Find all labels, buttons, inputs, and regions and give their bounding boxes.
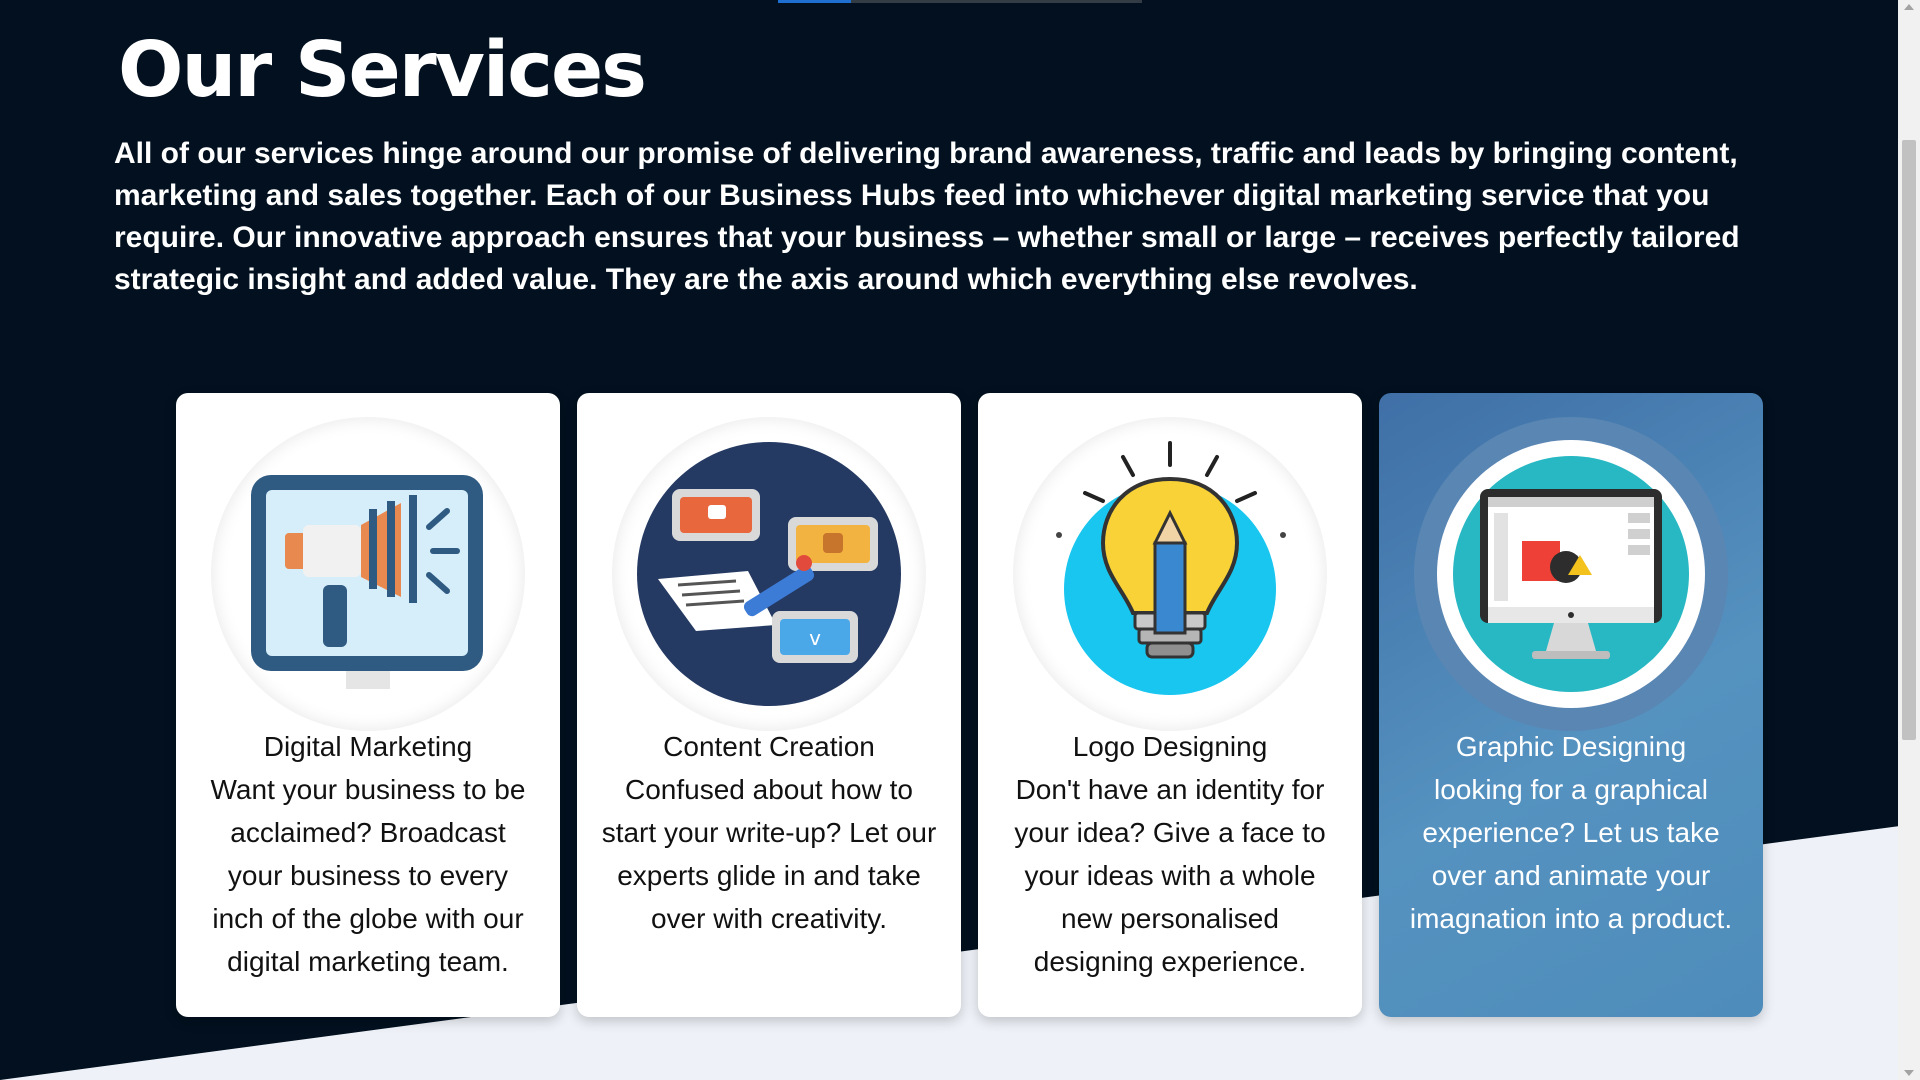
service-card-logo-designing[interactable]: Logo Designing Don't have an identity fo… [978, 393, 1362, 1017]
service-title: Content Creation [663, 731, 875, 762]
service-description: Don't have an identity for your idea? Gi… [1014, 774, 1326, 977]
service-description: Confused about how to start your write-u… [601, 774, 937, 934]
design-monitor-icon [1437, 440, 1705, 708]
scroll-down-arrow-icon[interactable] [1904, 1070, 1914, 1076]
service-description: looking for a graphical experience? Let … [1409, 774, 1733, 934]
service-card-graphic-designing[interactable]: Graphic Designing looking for a graphica… [1379, 393, 1763, 1017]
service-icon-circle [1013, 417, 1327, 731]
service-title: Graphic Designing [1455, 731, 1687, 762]
service-icon-circle: v [612, 417, 926, 731]
vertical-scrollbar[interactable] [1898, 0, 1920, 1080]
page-progress-bar [778, 0, 1142, 3]
page-progress-fill [778, 0, 851, 3]
content-creation-icon: v [637, 442, 901, 706]
service-card-digital-marketing[interactable]: Digital Marketing Want your business to … [176, 393, 560, 1017]
scrollbar-thumb[interactable] [1902, 140, 1916, 740]
service-description: Want your business to be acclaimed? Broa… [210, 774, 526, 977]
svg-text:v: v [809, 626, 821, 650]
section-title: Our Services [118, 26, 647, 115]
megaphone-monitor-icon [251, 475, 483, 689]
service-title: Digital Marketing [263, 731, 473, 762]
section-intro: All of our services hinge around our pro… [114, 137, 1740, 296]
service-title: Logo Designing [1072, 731, 1268, 762]
service-icon-circle [211, 417, 525, 731]
scroll-up-arrow-icon[interactable] [1904, 4, 1914, 10]
service-icon-circle [1414, 417, 1728, 731]
light-bulb-pencil-icon [1056, 441, 1286, 695]
service-card-content-creation[interactable]: v Content Creation Confused about how to… [577, 393, 961, 1017]
